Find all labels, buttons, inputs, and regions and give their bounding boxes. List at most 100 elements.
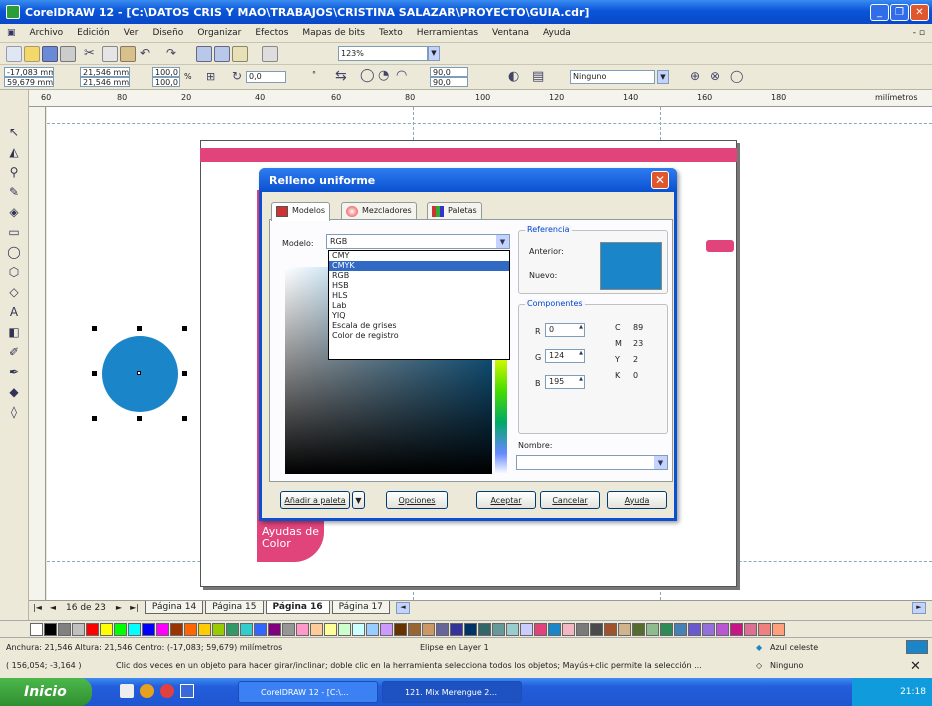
polygon-tool-icon[interactable]: ⬡ <box>6 264 22 280</box>
first-page-icon[interactable]: |◄ <box>29 603 46 612</box>
taskbar-item-merengue[interactable]: 121. Mix Merengue 2... <box>382 681 522 703</box>
palette-swatch[interactable] <box>716 622 729 636</box>
palette-swatch[interactable] <box>212 622 225 636</box>
palette-swatch[interactable] <box>450 622 463 636</box>
start-angle-field[interactable]: 90,0 <box>430 67 468 77</box>
model-option-hls[interactable]: HLS <box>329 291 509 301</box>
taskbar-item-coreldraw[interactable]: CorelDRAW 12 - [C:\... <box>238 681 378 703</box>
media-icon[interactable] <box>160 684 174 698</box>
palette-swatch[interactable] <box>548 622 561 636</box>
model-option-hsb[interactable]: HSB <box>329 281 509 291</box>
outline-field[interactable]: Ninguno <box>570 70 655 84</box>
launcher-icon[interactable] <box>232 46 248 62</box>
redo-icon[interactable]: ↷ <box>166 46 182 62</box>
pink-header-band[interactable] <box>200 148 737 162</box>
tab-pagina-15[interactable]: Página 15 <box>205 601 264 614</box>
cancel-button[interactable]: Cancelar <box>540 491 600 509</box>
rotation-field[interactable]: 0,0 <box>246 71 286 83</box>
name-combo[interactable]: ▼ <box>516 455 668 470</box>
palette-swatch[interactable] <box>604 622 617 636</box>
palette-swatch[interactable] <box>758 622 771 636</box>
shape-tool-icon[interactable]: ◭ <box>6 144 22 160</box>
ellipse-icon[interactable]: ◯ <box>360 68 375 83</box>
freehand-tool-icon[interactable]: ✎ <box>6 184 22 200</box>
r-value-field[interactable]: 0 <box>545 323 585 337</box>
palette-swatch[interactable] <box>576 622 589 636</box>
wrap-text-icon[interactable]: ◐ <box>508 69 519 84</box>
copy-icon[interactable] <box>102 46 118 62</box>
selection-handle[interactable] <box>92 371 97 376</box>
add-to-palette-arrow[interactable]: ▼ <box>352 491 365 509</box>
pick-tool-icon[interactable]: ↖ <box>6 124 22 140</box>
palette-swatch[interactable] <box>30 622 43 636</box>
pink-tab-shape[interactable] <box>706 240 734 252</box>
document-icon[interactable]: ▣ <box>0 28 23 38</box>
palette-swatch[interactable] <box>702 622 715 636</box>
palette-swatch[interactable] <box>674 622 687 636</box>
basic-shapes-tool-icon[interactable]: ◇ <box>6 284 22 300</box>
scale-x-field[interactable]: 100,0 <box>152 67 180 77</box>
palette-swatch[interactable] <box>590 622 603 636</box>
accept-button[interactable]: Aceptar <box>476 491 536 509</box>
palette-swatch[interactable] <box>688 622 701 636</box>
palette-swatch[interactable] <box>422 622 435 636</box>
lock-ratio-icon[interactable]: ⊞ <box>206 70 215 83</box>
palette-swatch[interactable] <box>226 622 239 636</box>
fill-tool-icon[interactable]: ◆ <box>6 384 22 400</box>
tab-pagina-14[interactable]: Página 14 <box>144 601 204 614</box>
palette-swatch[interactable] <box>282 622 295 636</box>
document-window-controls[interactable]: - ▫ <box>906 28 932 38</box>
zoom-tool-icon[interactable]: ⚲ <box>6 164 22 180</box>
selection-handle[interactable] <box>92 416 97 421</box>
palette-swatch[interactable] <box>142 622 155 636</box>
selection-handle[interactable] <box>182 371 187 376</box>
chevron-down-icon[interactable]: ▼ <box>654 456 667 469</box>
palette-swatch[interactable] <box>660 622 673 636</box>
width-field[interactable]: 21,546 mm <box>80 67 130 77</box>
palette-swatch[interactable] <box>408 622 421 636</box>
selection-handle[interactable] <box>182 416 187 421</box>
pie-icon[interactable]: ◔ <box>378 68 389 83</box>
menu-ver[interactable]: Ver <box>117 28 146 38</box>
menu-herramientas[interactable]: Herramientas <box>410 28 485 38</box>
guideline[interactable] <box>47 123 932 124</box>
palette-swatch[interactable] <box>296 622 309 636</box>
mirror-icon[interactable]: ⇆ <box>335 68 347 84</box>
tab-pagina-16[interactable]: Página 16 <box>265 601 330 614</box>
position-y-field[interactable]: 59,679 mm <box>4 77 54 87</box>
scroll-right-icon[interactable]: ► <box>912 601 926 614</box>
menu-edicion[interactable]: Edición <box>70 28 117 38</box>
interactive-fill-tool-icon[interactable]: ◊ <box>6 404 22 420</box>
menu-diseno[interactable]: Diseño <box>145 28 190 38</box>
menu-archivo[interactable]: Archivo <box>23 28 71 38</box>
palette-swatch[interactable] <box>128 622 141 636</box>
palette-swatch[interactable] <box>772 622 785 636</box>
welcome-icon[interactable] <box>262 46 278 62</box>
model-option-registration[interactable]: Color de registro <box>329 331 509 341</box>
tab-modelos[interactable]: Modelos <box>271 202 331 221</box>
outline-width-icon[interactable]: ▤ <box>532 69 544 84</box>
smart-fill-tool-icon[interactable]: ◈ <box>6 204 22 220</box>
g-value-field[interactable]: 124 <box>545 349 585 363</box>
palette-swatch[interactable] <box>310 622 323 636</box>
convert-icon[interactable]: ⊗ <box>710 69 720 83</box>
height-field[interactable]: 21,546 mm <box>80 77 130 87</box>
model-option-rgb[interactable]: RGB <box>329 271 509 281</box>
arc-icon[interactable]: ◠ <box>396 68 407 83</box>
palette-swatch[interactable] <box>324 622 337 636</box>
palette-swatch[interactable] <box>520 622 533 636</box>
rotate-icon[interactable]: ↻ <box>232 69 242 83</box>
undo-icon[interactable]: ↶ <box>140 46 156 62</box>
next-page-icon[interactable]: ► <box>112 603 126 612</box>
tab-paletas[interactable]: Paletas <box>427 202 482 220</box>
chevron-down-icon[interactable]: ▼ <box>496 235 509 248</box>
palette-swatch[interactable] <box>86 622 99 636</box>
options-button[interactable]: Opciones <box>386 491 448 509</box>
tab-mezcladores[interactable]: Mezcladores <box>341 202 417 220</box>
selection-handle[interactable] <box>182 326 187 331</box>
palette-swatch[interactable] <box>72 622 85 636</box>
palette-swatch[interactable] <box>254 622 267 636</box>
help-button[interactable]: Ayuda <box>607 491 667 509</box>
import-icon[interactable] <box>196 46 212 62</box>
export-icon[interactable] <box>214 46 230 62</box>
